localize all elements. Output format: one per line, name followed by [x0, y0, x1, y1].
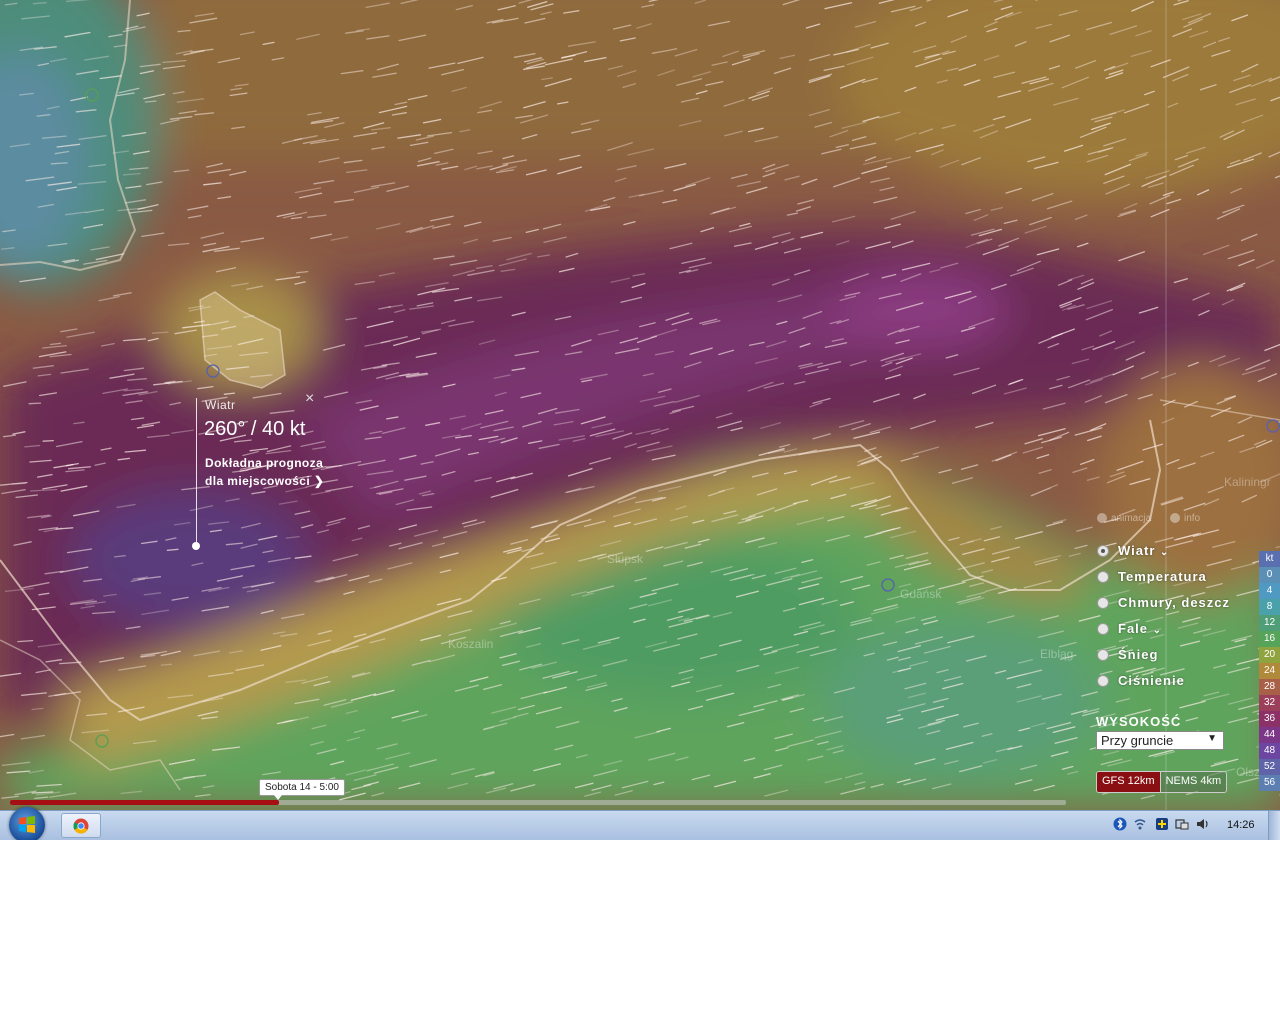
taskbar: 14:26: [0, 807, 1280, 840]
wind-streak: [160, 663, 173, 666]
layer-clouds-label: Chmury, deszcz: [1118, 595, 1231, 610]
chevron-right-icon: ❯: [313, 474, 325, 488]
chrome-icon: [73, 818, 89, 834]
popup-pointer-dot: [192, 542, 200, 550]
wind-streak: [28, 402, 42, 405]
wind-streak: [144, 100, 157, 103]
legend-step: 56: [1259, 775, 1280, 791]
show-desktop-button[interactable]: [1268, 811, 1280, 840]
height-selected-value: Przy gruncie: [1101, 733, 1174, 748]
chevron-down-icon: ⌄: [1152, 625, 1163, 636]
animation-label: animacja: [1111, 513, 1152, 524]
legend-step: 48: [1259, 743, 1280, 759]
timeline-time-label: Sobota 14 - 5:00: [259, 779, 345, 800]
wind-streak: [42, 439, 54, 442]
legend-step: 52: [1259, 759, 1280, 775]
wind-streak: [50, 162, 68, 165]
detailed-forecast-link[interactable]: Dokładna prognoza dla miejscowości ❯: [205, 454, 324, 490]
timeline-progress: [10, 800, 280, 805]
legend-step: 32: [1259, 695, 1280, 711]
height-select[interactable]: Przy gruncie ▼: [1096, 731, 1224, 750]
radio-icon: [1097, 675, 1109, 687]
height-title: WYSOKOŚĆ: [1096, 714, 1182, 729]
radio-icon: [1097, 513, 1107, 524]
legend-step: 16: [1259, 631, 1280, 647]
legend-step: 4: [1259, 583, 1280, 599]
popup-pointer-line: [196, 398, 197, 546]
wind-map[interactable]: [0, 0, 1280, 810]
radio-icon: [1097, 623, 1109, 635]
taskbar-clock[interactable]: 14:26: [1227, 819, 1255, 831]
city-label-slupsk: Słupsk: [607, 552, 644, 566]
legend-step: 24: [1259, 663, 1280, 679]
taskbar-chrome-button[interactable]: [61, 813, 101, 838]
bluetooth-icon[interactable]: [1113, 817, 1127, 831]
dropdown-arrow-icon: ▼: [1207, 733, 1217, 744]
legend-step: 12: [1259, 615, 1280, 631]
radio-icon: [1097, 545, 1109, 557]
wind-speed-legend: kt 0 4 8 12 16 20 24 28 32 36 44 48 52 56: [1259, 551, 1280, 791]
security-icon[interactable]: [1155, 817, 1169, 831]
popup-title: Wiatr: [205, 398, 236, 412]
volume-icon[interactable]: [1196, 817, 1210, 831]
legend-step: 44: [1259, 727, 1280, 743]
legend-step: 36: [1259, 711, 1280, 727]
devices-icon[interactable]: [1175, 817, 1189, 831]
start-button[interactable]: [9, 807, 45, 840]
info-toggle[interactable]: info: [1170, 513, 1200, 524]
radio-icon: [1097, 649, 1109, 661]
model-switch: GFS 12km NEMS 4km: [1096, 771, 1228, 793]
layer-waves-label: Fale: [1118, 621, 1149, 636]
city-label-gdansk: Gdańsk: [900, 587, 942, 601]
legend-step: 28: [1259, 679, 1280, 695]
radio-icon: [1097, 571, 1109, 583]
detailed-forecast-link-line2: dla miejscowości: [205, 474, 311, 488]
radio-icon: [1170, 513, 1180, 524]
info-label: info: [1184, 513, 1201, 524]
windows-logo-icon: [19, 816, 35, 833]
animation-toggle[interactable]: animacja: [1097, 513, 1151, 524]
legend-step: 20: [1259, 647, 1280, 663]
layer-wind-label: Wiatr: [1118, 543, 1156, 558]
radio-icon: [1097, 597, 1109, 609]
close-icon[interactable]: ×: [305, 390, 314, 408]
network-icon[interactable]: [1133, 817, 1147, 831]
timeline-slider[interactable]: [10, 800, 1066, 805]
legend-step: 0: [1259, 567, 1280, 583]
screen: Koszalin Słupsk Gdańsk Elbląg Kaliningr …: [0, 0, 1280, 840]
city-label-koszalin: Koszalin: [448, 637, 494, 651]
city-label-kaliningrad: Kaliningr: [1224, 475, 1271, 489]
detailed-forecast-link-line1: Dokładna prognoza: [205, 456, 324, 470]
popup-wind-value: 260° / 40 kt: [204, 418, 306, 440]
model-gfs-button[interactable]: GFS 12km: [1097, 772, 1160, 792]
city-label-olsztyn: Olsz: [1236, 765, 1260, 779]
city-label-elblag: Elbląg: [1040, 647, 1074, 661]
chevron-down-icon: ⌄: [1160, 547, 1170, 558]
layer-pressure-label: Ciśnienie: [1118, 673, 1185, 688]
layer-snow-label: Śnieg: [1118, 647, 1159, 662]
model-nems-button[interactable]: NEMS 4km: [1159, 772, 1227, 792]
layer-temperature-label: Temperatura: [1118, 569, 1207, 584]
legend-step: 8: [1259, 599, 1280, 615]
legend-unit: kt: [1259, 551, 1280, 567]
